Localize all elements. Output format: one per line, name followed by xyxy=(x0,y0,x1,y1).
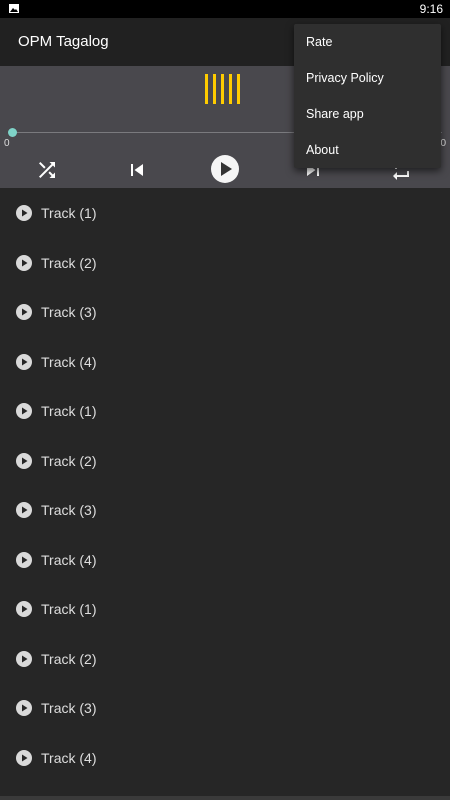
track-title: Track (1) xyxy=(41,601,97,617)
play-circle-icon xyxy=(16,700,32,716)
play-circle-icon xyxy=(16,205,32,221)
shuffle-button[interactable] xyxy=(35,158,59,182)
play-circle-icon xyxy=(16,502,32,518)
seek-thumb[interactable] xyxy=(8,128,17,137)
track-title: Track (2) xyxy=(41,254,97,271)
track-item[interactable]: Track (4) xyxy=(0,535,450,585)
previous-button[interactable] xyxy=(125,158,149,182)
track-title: Track (1) xyxy=(41,403,97,419)
equalizer-icon xyxy=(205,74,245,104)
track-title: Track (2) xyxy=(41,452,97,469)
play-circle-icon xyxy=(16,353,32,370)
track-item[interactable]: Track (3) xyxy=(0,683,450,733)
overflow-menu: Rate Privacy Policy Share app About xyxy=(294,24,441,168)
track-item[interactable]: Track (4) xyxy=(0,337,450,387)
track-title: Track (4) xyxy=(41,551,97,568)
track-title: Track (3) xyxy=(41,700,97,716)
track-item[interactable]: Track (2) xyxy=(0,238,450,288)
image-icon xyxy=(9,4,19,13)
menu-item-about[interactable]: About xyxy=(294,132,441,168)
track-title: Track (4) xyxy=(41,749,97,766)
play-circle-icon xyxy=(16,254,32,271)
play-circle-icon xyxy=(16,601,32,617)
play-circle-icon xyxy=(16,452,32,469)
play-circle-icon xyxy=(16,551,32,568)
play-circle-icon xyxy=(16,650,32,667)
play-circle-icon xyxy=(16,403,32,419)
track-title: Track (1) xyxy=(41,205,97,221)
total-time: 0 xyxy=(440,138,446,149)
track-item[interactable]: Track (2) xyxy=(0,634,450,684)
menu-item-share-app[interactable]: Share app xyxy=(294,96,441,132)
track-title: Track (3) xyxy=(41,304,97,320)
track-title: Track (3) xyxy=(41,502,97,518)
track-item[interactable]: Track (1) xyxy=(0,188,450,238)
status-bar: 9:16 xyxy=(0,0,450,18)
play-button[interactable] xyxy=(211,155,239,183)
menu-item-rate[interactable]: Rate xyxy=(294,24,441,60)
track-item[interactable]: Track (1) xyxy=(0,386,450,436)
status-time: 9:16 xyxy=(419,2,443,16)
track-list: Track (1) Track (2) Track (3) Track (4) Trac… xyxy=(0,188,450,782)
shuffle-icon xyxy=(39,162,55,178)
skip-previous-icon xyxy=(131,164,143,176)
elapsed-time: 0 xyxy=(4,138,10,149)
track-item[interactable]: Track (3) xyxy=(0,287,450,337)
track-item[interactable]: Track (3) xyxy=(0,485,450,535)
track-title: Track (2) xyxy=(41,650,97,667)
play-circle-icon xyxy=(16,304,32,320)
app-title: OPM Tagalog xyxy=(18,33,109,50)
play-circle-icon xyxy=(16,749,32,766)
track-item[interactable]: Track (1) xyxy=(0,584,450,634)
track-item[interactable]: Track (4) xyxy=(0,733,450,783)
track-item[interactable]: Track (2) xyxy=(0,436,450,486)
bottom-divider xyxy=(0,796,450,800)
play-icon xyxy=(221,162,232,176)
track-title: Track (4) xyxy=(41,353,97,370)
menu-item-privacy-policy[interactable]: Privacy Policy xyxy=(294,60,441,96)
